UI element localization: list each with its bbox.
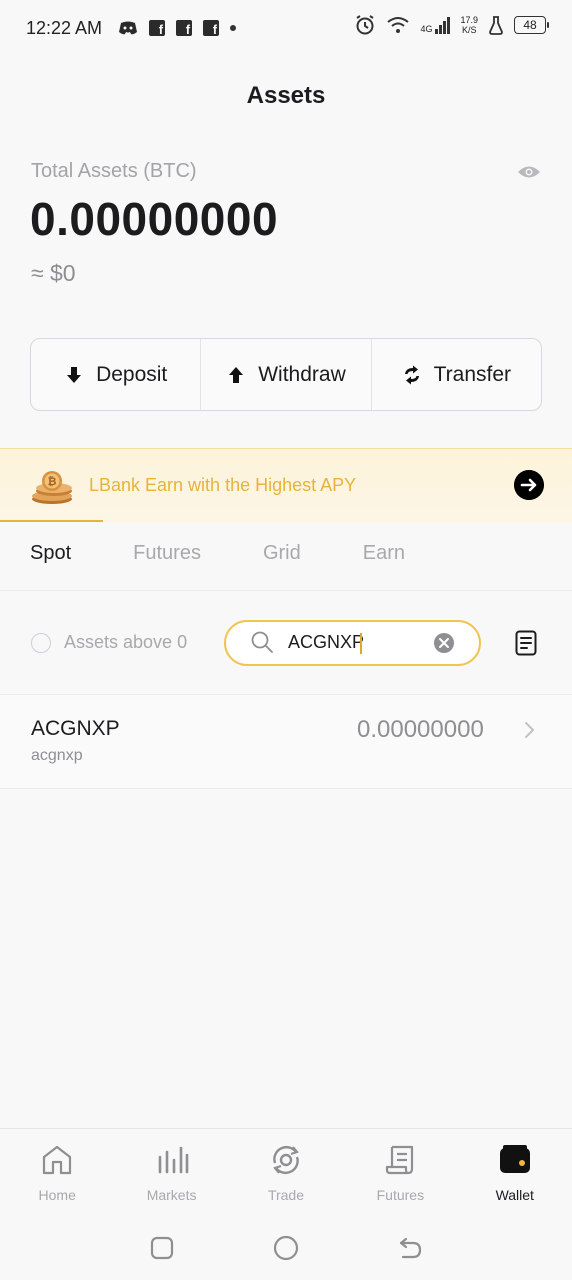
earn-banner[interactable]: ₿ LBank Earn with the Highest APY <box>0 448 572 522</box>
clear-icon[interactable] <box>433 632 455 654</box>
transfer-icon <box>404 365 419 384</box>
asset-name: acgnxp <box>31 747 83 764</box>
notification-icons: f f f <box>118 20 237 36</box>
banner-progress-indicator <box>0 520 103 522</box>
divider <box>0 590 572 591</box>
flask-icon <box>489 16 503 35</box>
page-title: Assets <box>246 82 326 109</box>
total-assets-usd: ≈ $0 <box>31 260 76 286</box>
nav-trade-label: Trade <box>267 1187 304 1203</box>
signal-icon: 4G <box>420 16 451 34</box>
coins-icon: ₿ <box>32 471 72 504</box>
bottom-nav: Home Markets Trade Futures Wallet <box>0 1128 572 1216</box>
more-notifications-dot <box>230 25 237 31</box>
nav-wallet-label: Wallet <box>495 1187 534 1203</box>
text-cursor <box>360 633 362 654</box>
recents-icon[interactable] <box>149 1235 175 1261</box>
deposit-button[interactable]: Deposit <box>31 339 202 410</box>
asset-amount: 0.00000000 <box>357 716 484 743</box>
futures-icon <box>386 1145 414 1175</box>
search-input[interactable] <box>288 632 418 653</box>
chevron-right-icon[interactable] <box>523 720 535 740</box>
records-icon[interactable] <box>515 630 537 656</box>
network-speed: 17.9 K/S <box>460 15 478 35</box>
divider <box>0 788 572 789</box>
search-icon <box>251 631 273 653</box>
facebook-icon: f <box>176 20 193 36</box>
banner-text: LBank Earn with the Highest APY <box>89 475 357 495</box>
transfer-label: Transfer <box>433 362 512 386</box>
status-time: 12:22 AM <box>26 17 103 38</box>
wifi-icon <box>387 17 410 33</box>
tab-grid[interactable]: Grid <box>263 542 301 565</box>
withdraw-button[interactable]: Withdraw <box>201 339 372 410</box>
tab-spot[interactable]: Spot <box>30 542 71 565</box>
asset-actions: Deposit Withdraw Transfer <box>30 338 542 411</box>
back-icon[interactable] <box>397 1235 423 1261</box>
facebook-icon: f <box>203 20 220 36</box>
arrow-down-icon <box>67 366 82 383</box>
total-assets-label: Total Assets (BTC) <box>31 160 197 182</box>
system-indicators: 4G 17.9 K/S 48 <box>354 14 549 36</box>
transfer-button[interactable]: Transfer <box>372 339 541 410</box>
system-navigation <box>0 1216 572 1280</box>
asset-symbol: ACGNXP <box>31 717 120 740</box>
nav-trade[interactable]: Trade <box>229 1129 343 1216</box>
home-circle-icon[interactable] <box>273 1235 299 1261</box>
arrow-up-icon <box>229 366 244 383</box>
nav-wallet[interactable]: Wallet <box>458 1129 572 1216</box>
asset-tabs: Spot Futures Grid Earn <box>30 542 467 565</box>
nav-markets-label: Markets <box>146 1187 197 1203</box>
nav-home[interactable]: Home <box>0 1129 114 1216</box>
nav-futures[interactable]: Futures <box>343 1129 457 1216</box>
nav-futures-label: Futures <box>376 1187 425 1203</box>
nav-markets[interactable]: Markets <box>114 1129 228 1216</box>
tab-earn[interactable]: Earn <box>363 542 405 565</box>
wallet-icon <box>499 1145 530 1173</box>
asset-row[interactable] <box>0 695 572 788</box>
trade-icon <box>273 1145 299 1175</box>
assets-above-zero-label[interactable]: Assets above 0 <box>64 632 187 653</box>
battery-icon: 48 <box>514 16 549 34</box>
discord-icon <box>119 21 138 35</box>
withdraw-label: Withdraw <box>258 362 346 386</box>
status-bar: 12:22 AM f f f 4G 17.9 K/S 48 <box>0 0 572 56</box>
nav-home-label: Home <box>38 1187 76 1203</box>
assets-above-zero-radio[interactable] <box>31 633 51 653</box>
home-icon <box>43 1145 72 1175</box>
markets-icon <box>158 1146 188 1174</box>
deposit-label: Deposit <box>96 362 168 386</box>
tab-futures[interactable]: Futures <box>133 542 201 565</box>
facebook-icon: f <box>149 20 166 36</box>
svg-text:₿: ₿ <box>48 475 57 488</box>
alarm-icon <box>356 15 375 35</box>
total-assets-value: 0.00000000 <box>30 193 279 245</box>
eye-icon[interactable] <box>517 163 541 181</box>
arrow-right-circle-icon[interactable] <box>514 470 544 500</box>
